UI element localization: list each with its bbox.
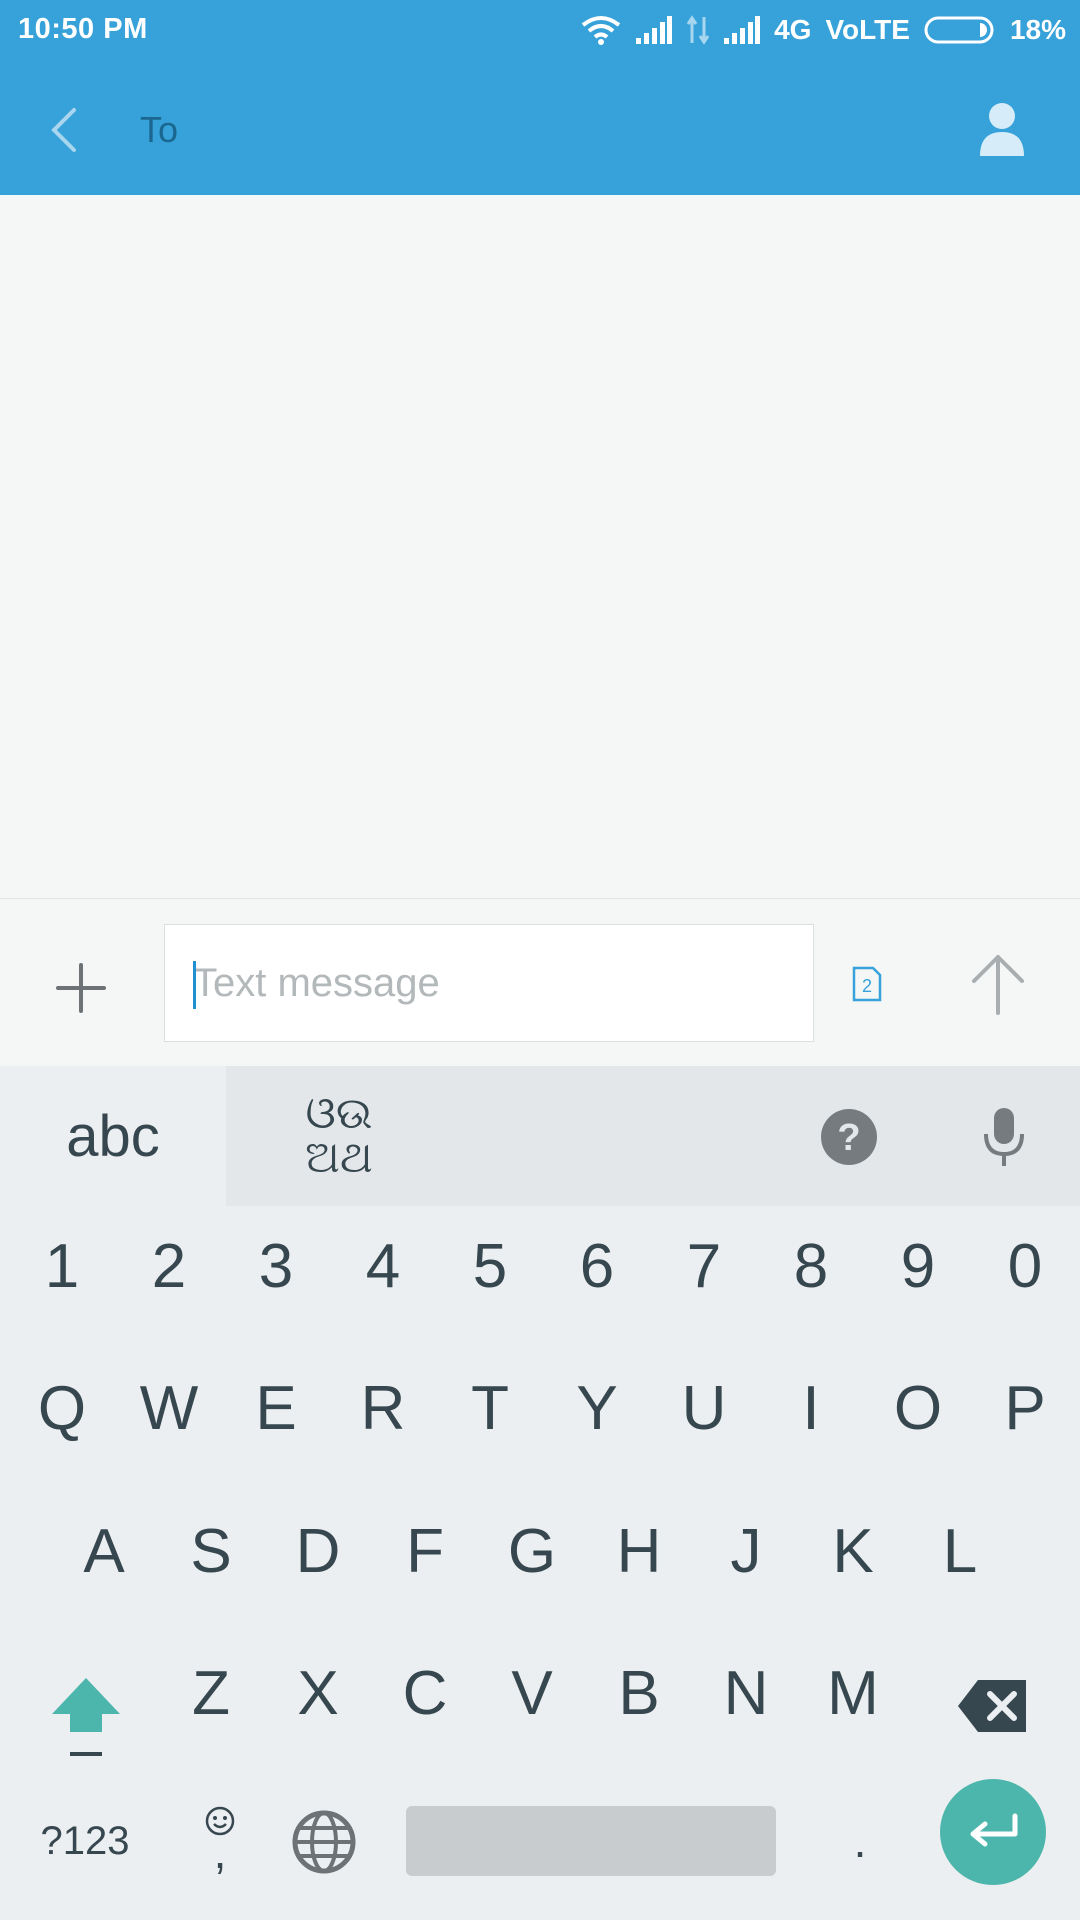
status-time: 10:50 PM [18, 13, 148, 45]
key-q[interactable]: Q [16, 1353, 108, 1463]
conversation-area [0, 195, 1080, 898]
key-l[interactable]: L [914, 1496, 1006, 1606]
keyboard-toolbar: abc ଓଉ ଅଥ ? [0, 1066, 1080, 1206]
keyboard-tab-odia[interactable]: ଓଉ ଅଥ [226, 1066, 452, 1206]
key-num-4[interactable]: 4 [337, 1211, 429, 1321]
data-transfer-icon [686, 15, 710, 45]
key-num-2[interactable]: 2 [123, 1211, 215, 1321]
symbols-key[interactable]: ?123 [20, 1796, 150, 1886]
period-key[interactable]: . [820, 1796, 900, 1886]
key-a[interactable]: A [58, 1496, 150, 1606]
network-type: 4G [774, 14, 812, 45]
chevron-left-icon[interactable] [40, 100, 90, 160]
compose-header: To [0, 60, 1080, 195]
key-w[interactable]: W [123, 1353, 215, 1463]
status-bar: 10:50 PM 4G VoLTE 18% [0, 0, 1080, 60]
recipient-field[interactable]: To [140, 109, 178, 151]
divider [813, 925, 814, 1041]
key-num-0[interactable]: 0 [979, 1211, 1071, 1321]
key-g[interactable]: G [486, 1496, 578, 1606]
key-b[interactable]: B [593, 1638, 685, 1748]
key-num-7[interactable]: 7 [658, 1211, 750, 1321]
key-u[interactable]: U [658, 1353, 750, 1463]
key-f[interactable]: F [379, 1496, 471, 1606]
key-h[interactable]: H [593, 1496, 685, 1606]
soft-keyboard: abc ଓଉ ଅଥ ? 1234567890 QWERTYUIOP ASDFGHJK… [0, 1066, 1080, 1920]
person-icon[interactable] [976, 100, 1028, 156]
key-r[interactable]: R [337, 1353, 429, 1463]
volte-label: VoLTE [825, 14, 910, 45]
key-s[interactable]: S [165, 1496, 257, 1606]
key-d[interactable]: D [272, 1496, 364, 1606]
text-caret [193, 961, 196, 1009]
microphone-icon[interactable] [982, 1106, 1026, 1168]
odia-line-2: ଅଥ [305, 1133, 373, 1182]
globe-icon[interactable] [292, 1810, 356, 1874]
odia-line-1: ଓଉ [305, 1089, 373, 1138]
key-p[interactable]: P [979, 1353, 1071, 1463]
key-num-8[interactable]: 8 [765, 1211, 857, 1321]
message-box: 2 [164, 924, 882, 1042]
signal-icon [724, 16, 761, 44]
signal-icon [636, 16, 673, 44]
backspace-icon[interactable] [956, 1678, 1030, 1734]
key-i[interactable]: I [765, 1353, 857, 1463]
key-num-1[interactable]: 1 [16, 1211, 108, 1321]
sim-label: 2 [862, 976, 872, 996]
key-v[interactable]: V [486, 1638, 578, 1748]
battery-icon [924, 16, 994, 44]
key-e[interactable]: E [230, 1353, 322, 1463]
battery-percent: 18% [1009, 14, 1066, 45]
message-input[interactable] [193, 925, 753, 1041]
keyboard-tab-abc[interactable]: abc [0, 1066, 226, 1206]
help-circle-icon[interactable]: ? [820, 1108, 878, 1166]
space-key[interactable] [406, 1806, 776, 1876]
key-n[interactable]: N [700, 1638, 792, 1748]
sim-select-icon[interactable]: 2 [851, 965, 883, 1003]
enter-key[interactable] [940, 1779, 1046, 1885]
key-k[interactable]: K [807, 1496, 899, 1606]
key-x[interactable]: X [272, 1638, 364, 1748]
arrow-up-icon[interactable] [968, 951, 1028, 1017]
key-t[interactable]: T [444, 1353, 536, 1463]
key-z[interactable]: Z [165, 1638, 257, 1748]
key-num-5[interactable]: 5 [444, 1211, 536, 1321]
key-j[interactable]: J [700, 1496, 792, 1606]
key-y[interactable]: Y [551, 1353, 643, 1463]
key-num-9[interactable]: 9 [872, 1211, 964, 1321]
key-o[interactable]: O [872, 1353, 964, 1463]
composer-bar: 2 [0, 898, 1080, 1067]
key-c[interactable]: C [379, 1638, 471, 1748]
comma-key[interactable]: , [180, 1786, 260, 1886]
wifi-icon [581, 16, 621, 45]
enter-icon [970, 1813, 1018, 1847]
shift-icon[interactable] [48, 1674, 124, 1758]
key-m[interactable]: M [807, 1638, 899, 1748]
comma-label: , [213, 1826, 227, 1878]
svg-text:?: ? [837, 1117, 860, 1159]
key-num-3[interactable]: 3 [230, 1211, 322, 1321]
key-num-6[interactable]: 6 [551, 1211, 643, 1321]
status-icons: 4G VoLTE 18% [580, 10, 1066, 50]
plus-icon[interactable] [54, 961, 108, 1015]
